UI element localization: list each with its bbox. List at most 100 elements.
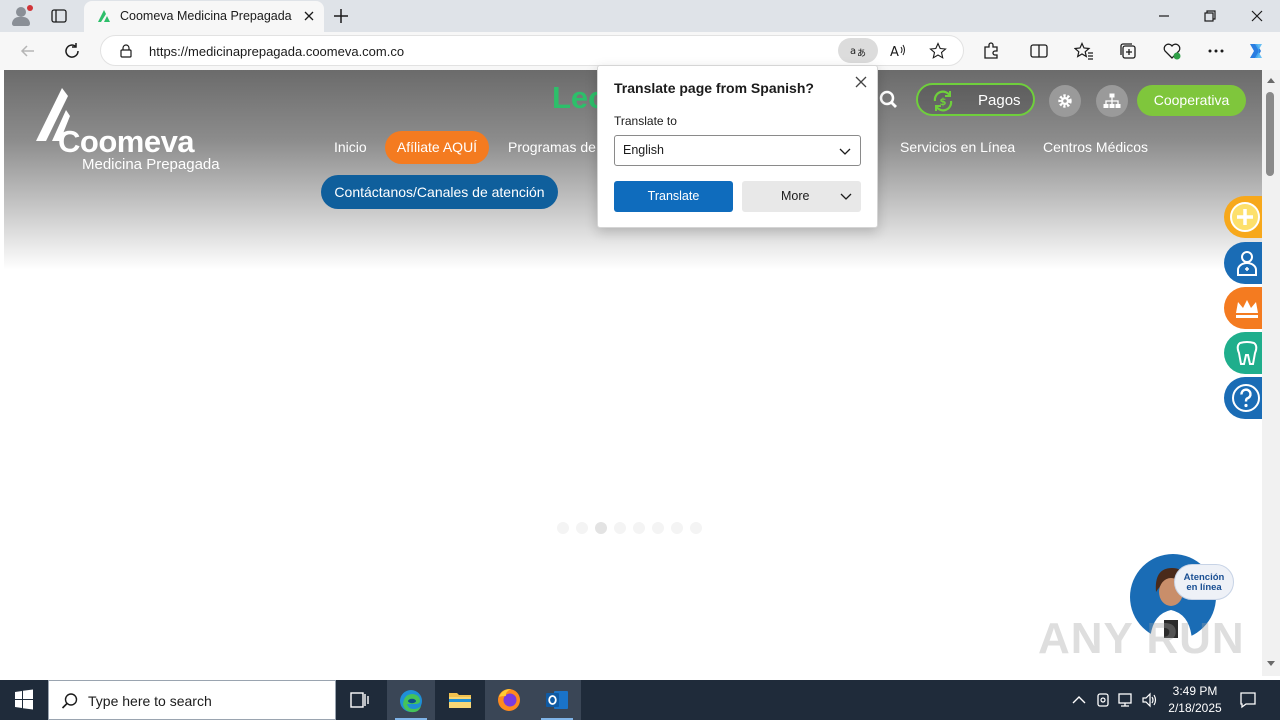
pagos-button[interactable]: $ Pagos (916, 83, 1035, 116)
back-icon[interactable] (18, 41, 38, 61)
refresh-icon[interactable] (62, 41, 82, 61)
firefox-icon (498, 689, 520, 711)
carousel-dot[interactable] (576, 522, 588, 534)
carousel-dot[interactable] (633, 522, 645, 534)
taskbar-firefox[interactable] (485, 680, 533, 720)
svg-text:A: A (890, 45, 899, 60)
chat-bubble[interactable]: Atención en línea (1174, 564, 1234, 600)
browser-tab-active[interactable]: Coomeva Medicina Prepagada (84, 1, 324, 32)
taskbar-outlook[interactable] (533, 680, 581, 720)
notification-center-icon[interactable] (1238, 690, 1258, 710)
crown-icon (1236, 300, 1258, 318)
carousel-dot[interactable] (690, 522, 702, 534)
coomeva-logo[interactable]: Coomeva Medicina Prepagada (34, 86, 224, 176)
menu-afiliate-button[interactable]: Afíliate AQUÍ (385, 131, 489, 164)
outlook-icon (546, 691, 568, 709)
read-aloud-icon[interactable]: A (889, 42, 907, 60)
carousel-dot[interactable] (652, 522, 664, 534)
copilot-icon[interactable] (1246, 41, 1266, 61)
scroll-down-arrow-icon[interactable] (1266, 660, 1276, 668)
sitemap-button[interactable] (1096, 85, 1128, 117)
tab-actions-icon[interactable] (50, 7, 68, 25)
side-tooth-button[interactable] (1224, 332, 1262, 374)
side-doctor-button[interactable] (1224, 242, 1262, 284)
more-button[interactable]: More (742, 181, 861, 212)
clock-date: 2/18/2025 (1168, 701, 1222, 715)
translate-to-label: Translate to (614, 114, 677, 128)
carousel-dot[interactable] (557, 522, 569, 534)
translate-page-button[interactable]: a あ (838, 38, 878, 63)
more-options-icon[interactable] (1206, 41, 1226, 61)
chevron-down-icon (840, 193, 852, 200)
split-screen-icon[interactable] (1029, 41, 1049, 61)
extensions-icon[interactable] (981, 41, 1001, 61)
task-view-button[interactable] (336, 680, 384, 720)
chevron-down-icon (839, 148, 851, 155)
carousel-dots (557, 522, 717, 536)
settings-button[interactable] (1049, 85, 1081, 117)
collections-icon[interactable] (1118, 41, 1138, 61)
coomeva-favicon-icon (98, 10, 110, 22)
cooperativa-button[interactable]: Cooperativa (1137, 85, 1246, 116)
profile-avatar-icon[interactable] (10, 5, 33, 27)
tooth-icon (1236, 341, 1258, 365)
tab-title: Coomeva Medicina Prepagada (120, 9, 292, 23)
tray-overflow-chevron-icon[interactable] (1070, 691, 1088, 709)
task-view-icon (350, 692, 369, 708)
carousel-dot[interactable] (671, 522, 683, 534)
doctor-icon (1237, 251, 1257, 276)
translate-popup: Translate page from Spanish? Translate t… (597, 65, 878, 228)
page-scrollbar[interactable] (1262, 70, 1280, 676)
logo-subtitle: Medicina Prepagada (82, 156, 220, 173)
target-language-select[interactable]: English (614, 135, 861, 166)
lock-icon[interactable] (119, 44, 133, 58)
menu-inicio[interactable]: Inicio (334, 139, 367, 155)
taskbar-edge[interactable] (387, 680, 435, 720)
tab-close-icon[interactable] (302, 9, 316, 23)
svg-text:a: a (850, 46, 856, 57)
carousel-dot[interactable] (595, 522, 607, 534)
gear-icon (1058, 94, 1072, 108)
menu-contact-button[interactable]: Contáctanos/Canales de atención (321, 175, 558, 209)
anyrun-watermark: ANY RUN (1038, 614, 1245, 663)
menu-centros-medicos[interactable]: Centros Médicos (1043, 139, 1148, 155)
network-icon[interactable] (1117, 691, 1135, 709)
taskbar-search-box[interactable]: Type here to search (48, 680, 336, 720)
usb-device-icon[interactable] (1094, 691, 1112, 709)
address-bar[interactable]: https://medicinaprepagada.coomeva.com.co… (100, 35, 964, 66)
windows-start-icon[interactable] (0, 680, 48, 720)
favorite-star-icon[interactable] (929, 42, 947, 60)
translate-popup-title: Translate page from Spanish? (614, 80, 814, 96)
help-icon (1232, 384, 1260, 412)
new-tab-icon[interactable] (332, 7, 350, 25)
close-icon[interactable] (854, 75, 868, 89)
menu-servicios-en-linea[interactable]: Servicios en Línea (900, 139, 1015, 155)
carousel-dot[interactable] (614, 522, 626, 534)
search-icon (61, 693, 78, 709)
minimize-icon[interactable] (1154, 6, 1174, 26)
translate-button[interactable]: Translate (614, 181, 733, 212)
url-text[interactable]: https://medicinaprepagada.coomeva.com.co (149, 44, 404, 59)
scroll-up-arrow-icon[interactable] (1266, 76, 1276, 84)
folder-icon (449, 693, 471, 708)
browser-essentials-icon[interactable] (1162, 41, 1182, 61)
volume-icon[interactable] (1141, 691, 1159, 709)
sitemap-icon (1103, 93, 1121, 108)
restore-icon[interactable] (1200, 6, 1220, 26)
target-language-value: English (623, 143, 664, 157)
side-crown-button[interactable] (1224, 287, 1262, 329)
site-search-icon[interactable] (874, 85, 904, 115)
scrollbar-thumb[interactable] (1266, 92, 1274, 176)
close-window-icon[interactable] (1247, 6, 1267, 26)
pagos-label: Pagos (978, 92, 1021, 109)
side-plus-coin-button[interactable] (1224, 196, 1262, 238)
taskbar-file-explorer[interactable] (436, 680, 484, 720)
clock-time: 3:49 PM (1172, 684, 1218, 698)
plus-coin-icon (1230, 202, 1260, 232)
menu-programas[interactable]: Programas de (508, 139, 596, 155)
chat-line-2: en línea (1186, 582, 1222, 593)
side-help-button[interactable] (1224, 377, 1262, 419)
favorites-icon[interactable] (1074, 41, 1094, 61)
edge-icon (400, 690, 422, 713)
taskbar-clock[interactable]: 3:49 PM 2/18/2025 (1160, 683, 1230, 717)
